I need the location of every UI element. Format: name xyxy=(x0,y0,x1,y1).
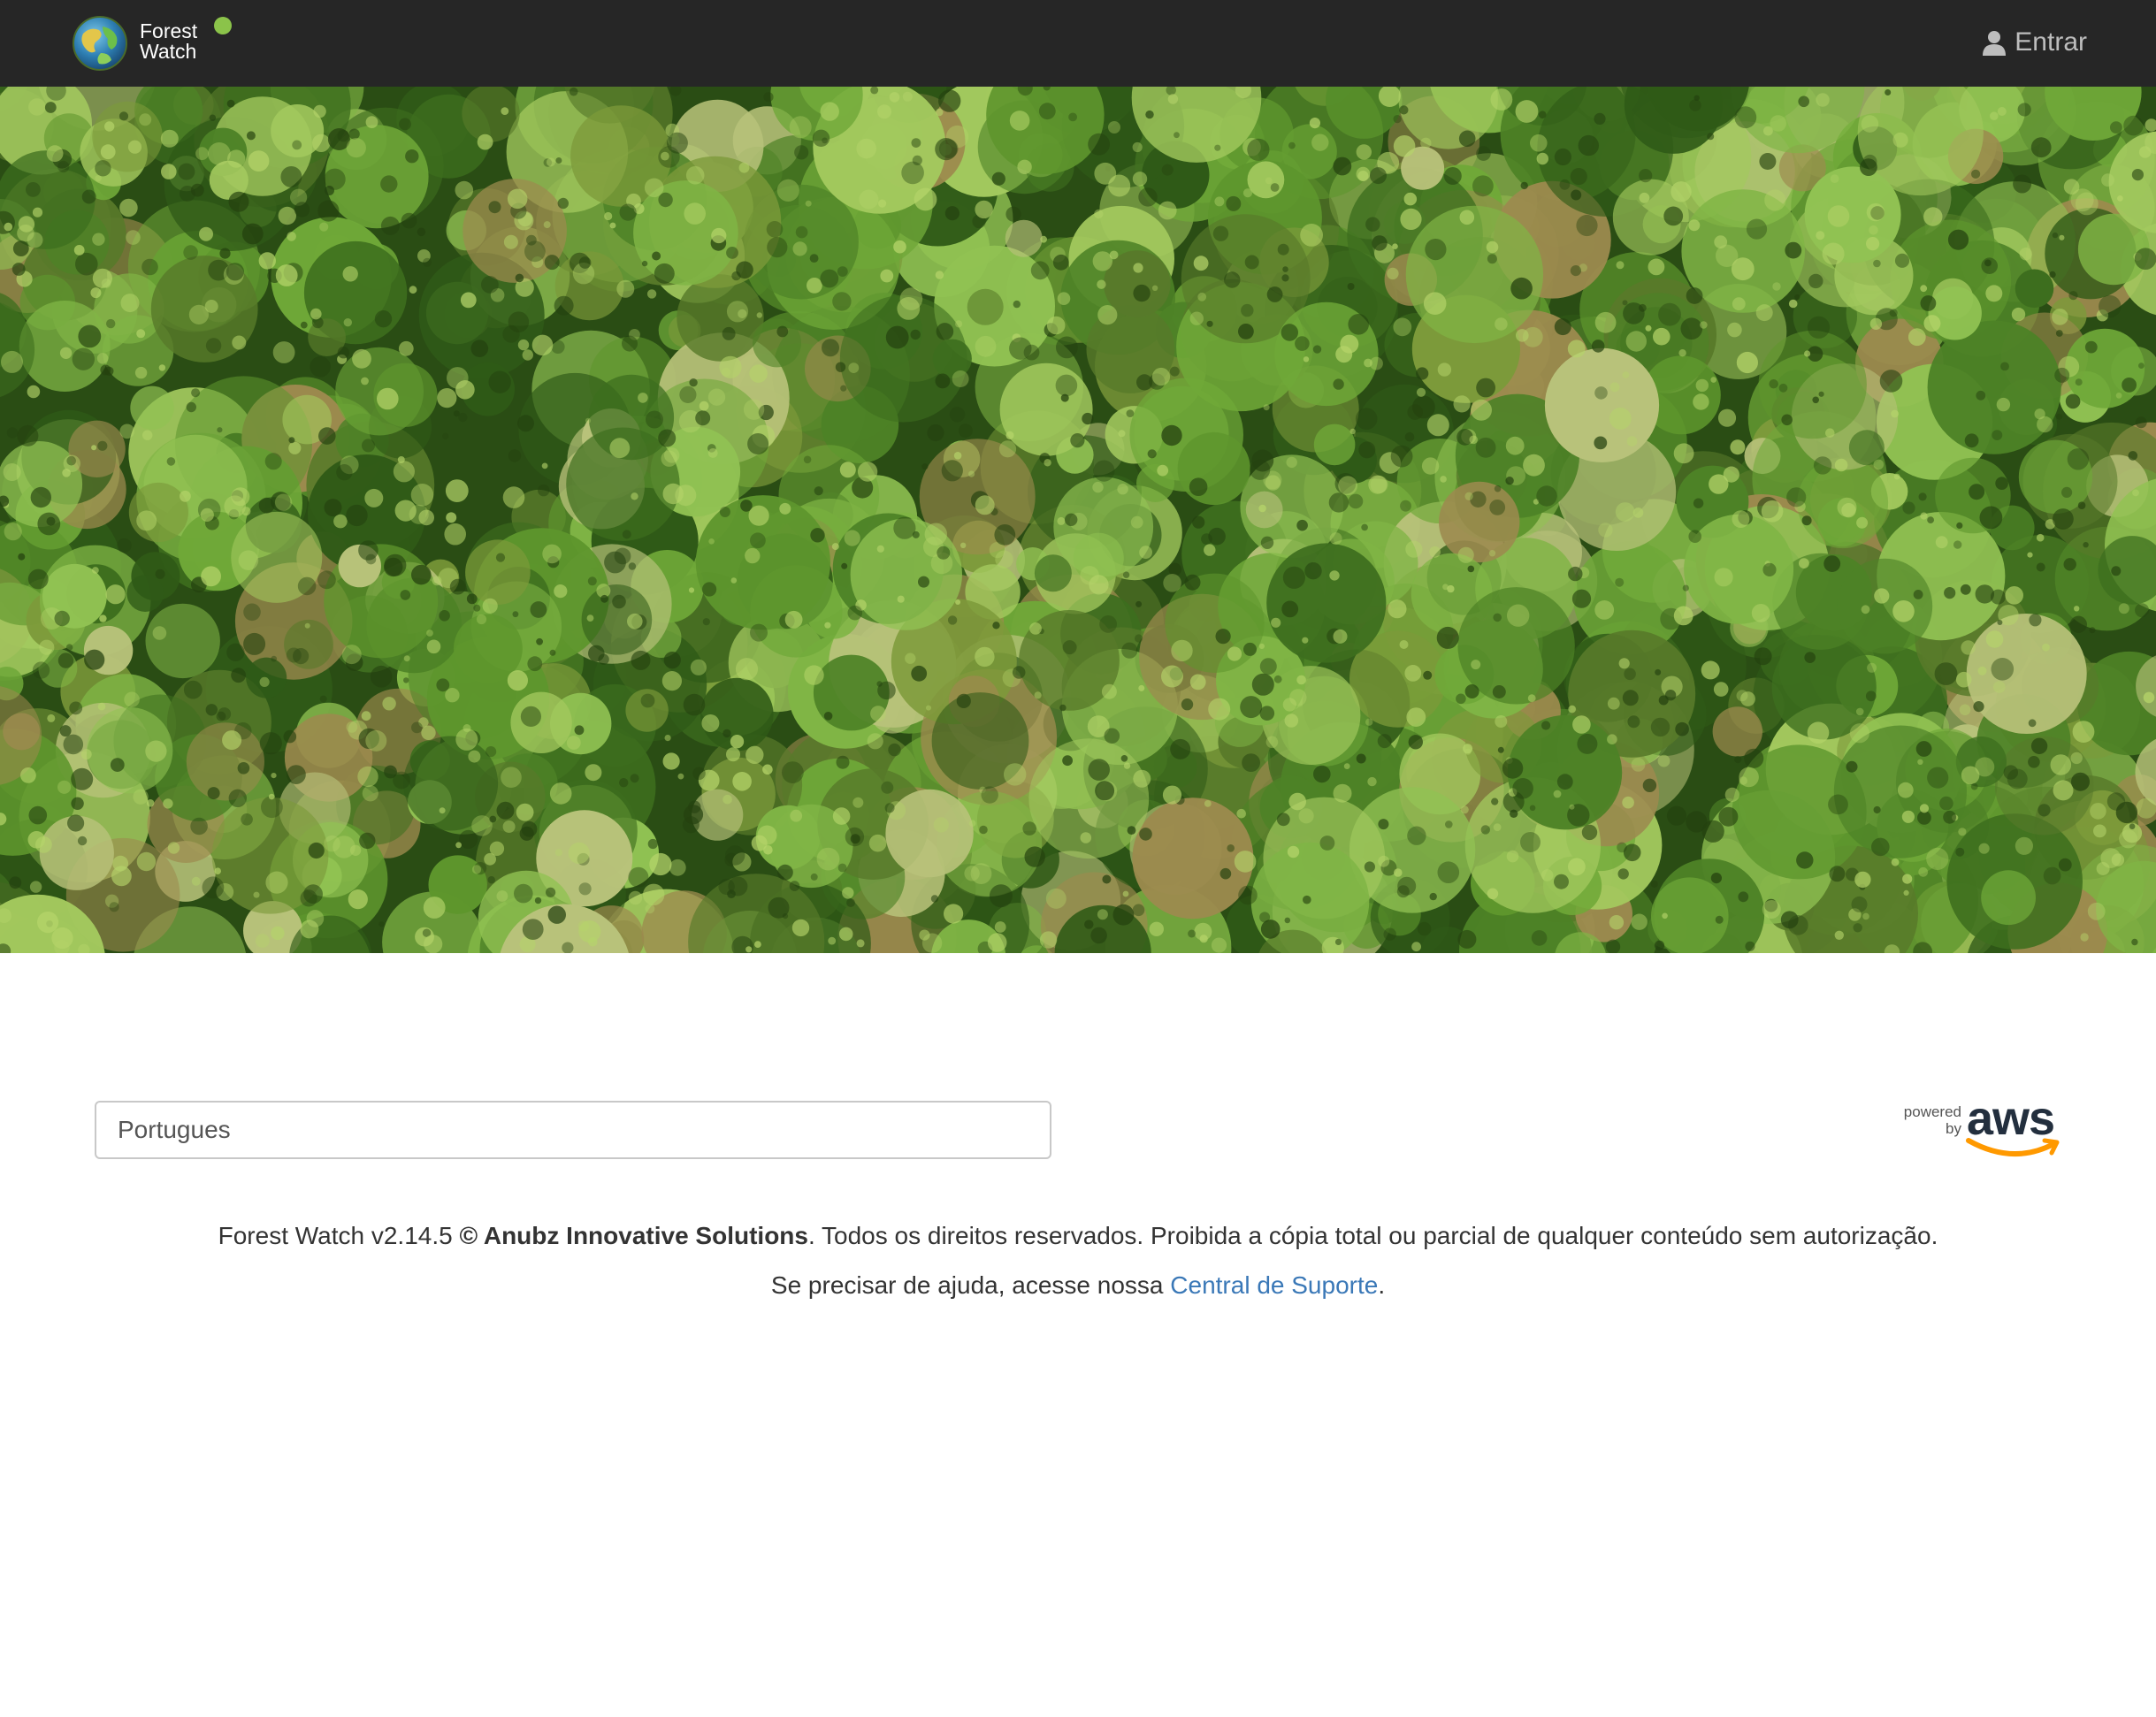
aws-by-label: by xyxy=(1946,1120,1961,1137)
hero-forest-image xyxy=(0,87,2156,953)
logo-line-2: Watch xyxy=(140,40,197,63)
logo-line-1: Forest xyxy=(140,19,198,42)
top-navbar: Forest Watch Entrar xyxy=(0,0,2156,87)
rights-text: . Todos os direitos reservados. Proibida… xyxy=(807,1222,1938,1249)
help-prefix: Se precisar de ajuda, acesse nossa xyxy=(770,1271,1171,1299)
help-suffix: . xyxy=(1378,1271,1386,1299)
forest-watch-logo[interactable]: Forest Watch xyxy=(71,12,248,74)
support-center-link[interactable]: Central de Suporte xyxy=(1170,1271,1378,1299)
aws-smile-icon xyxy=(1966,1138,2060,1157)
aws-powered-text: powered by xyxy=(1898,1103,1961,1137)
help-line: Se precisar de ajuda, acesse nossa Centr… xyxy=(0,1271,2156,1300)
logo-wordmark: Forest Watch xyxy=(140,21,197,62)
globe-icon xyxy=(73,16,127,71)
forest-canopy-image xyxy=(0,87,2156,953)
login-link[interactable]: Entrar xyxy=(1981,25,2087,60)
language-select-value: Portugues xyxy=(118,1116,231,1143)
login-label: Entrar xyxy=(2015,27,2087,57)
version-text: Forest Watch v2.14.5 xyxy=(218,1222,460,1249)
company-name: © Anubz Innovative Solutions xyxy=(459,1222,808,1249)
status-indicator xyxy=(214,17,232,34)
powered-by-aws-badge: powered by aws xyxy=(1898,1092,2062,1162)
copyright-line: Forest Watch v2.14.5 © Anubz Innovative … xyxy=(0,1222,2156,1250)
language-select[interactable]: Portugues xyxy=(95,1101,1051,1159)
user-icon xyxy=(1983,31,2007,56)
aws-powered-label: powered xyxy=(1903,1103,1961,1120)
